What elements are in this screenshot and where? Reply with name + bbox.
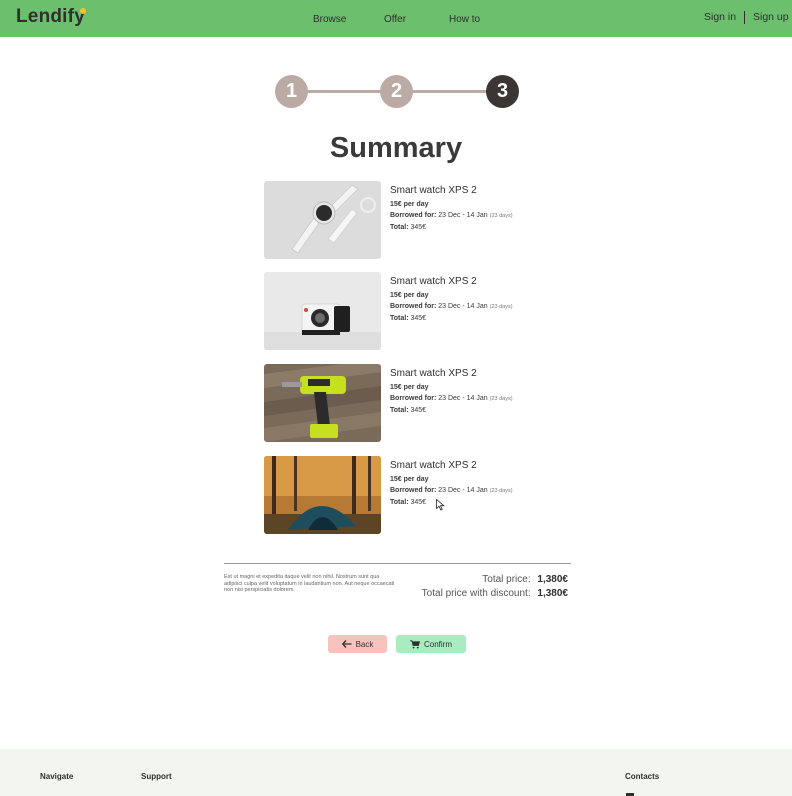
- back-button[interactable]: Back: [328, 635, 387, 653]
- nav-how-to-link[interactable]: How to: [449, 14, 480, 25]
- nav-browse-link[interactable]: Browse: [313, 14, 346, 25]
- borrowed-range: 23 Dec - 14 Jan: [438, 487, 488, 494]
- sign-in-link[interactable]: Sign in: [704, 11, 736, 23]
- summary-note: Est ut magni et expedita itaque velit no…: [224, 574, 395, 593]
- step-1[interactable]: 1: [275, 75, 308, 108]
- arrow-left-icon: [341, 640, 352, 648]
- discount-price-row: Total price with discount: 1,380€: [422, 588, 568, 599]
- total-label: Total:: [390, 407, 409, 414]
- summary-item: Smart watch XPS 2 15€ per day Borrowed f…: [264, 272, 564, 350]
- total-label: Total:: [390, 499, 409, 506]
- auth-divider: [744, 11, 745, 24]
- borrowed-days: (23 days): [489, 488, 513, 494]
- sign-up-link[interactable]: Sign up: [753, 11, 789, 23]
- power-drill-image: [264, 364, 381, 442]
- price-per-day: 15€ per day: [390, 292, 429, 299]
- footer-contacts-heading: Contacts: [625, 772, 660, 781]
- total-price-label: Total price:: [482, 574, 531, 585]
- borrowed-days: (23 days): [489, 396, 513, 402]
- summary-item: Smart watch XPS 2 15€ per day Borrowed f…: [264, 181, 564, 259]
- confirm-button-label: Confirm: [423, 639, 452, 649]
- total-label: Total:: [390, 224, 409, 231]
- footer-support-heading: Support: [141, 772, 172, 781]
- back-button-label: Back: [355, 639, 374, 649]
- summary-item: Smart watch XPS 2 15€ per day Borrowed f…: [264, 456, 564, 534]
- borrowed-label: Borrowed for:: [390, 303, 437, 310]
- price-per-day: 15€ per day: [390, 201, 429, 208]
- discount-price-value: 1,380€: [537, 588, 568, 599]
- price-per-day: 15€ per day: [390, 476, 429, 483]
- footer-navigate-heading: Navigate: [40, 772, 74, 781]
- discount-price-label: Total price with discount:: [421, 588, 531, 599]
- borrowed-range: 23 Dec - 14 Jan: [438, 395, 488, 402]
- item-total: 345€: [410, 315, 427, 322]
- borrowed-days: (23 days): [489, 213, 513, 219]
- item-total: 345€: [410, 407, 427, 414]
- item-name: Smart watch XPS 2: [390, 185, 477, 196]
- cart-icon: [409, 639, 420, 649]
- tent-image: [264, 456, 381, 534]
- total-price-value: 1,380€: [537, 574, 568, 585]
- total-label: Total:: [390, 315, 409, 322]
- item-total: 345€: [410, 499, 427, 506]
- logo[interactable]: Lendify: [16, 6, 85, 28]
- item-total: 345€: [410, 224, 427, 231]
- page-title: Summary: [329, 132, 463, 164]
- step-3-active[interactable]: 3: [486, 75, 519, 108]
- item-name: Smart watch XPS 2: [390, 460, 477, 471]
- borrowed-range: 23 Dec - 14 Jan: [438, 303, 488, 310]
- instant-camera-image: [264, 272, 381, 350]
- summary-divider: [224, 563, 571, 564]
- item-name: Smart watch XPS 2: [390, 276, 477, 287]
- total-price-row: Total price: 1,380€: [482, 574, 568, 585]
- borrowed-range: 23 Dec - 14 Jan: [438, 212, 488, 219]
- smart-watch-image: [264, 181, 381, 259]
- borrowed-label: Borrowed for:: [390, 487, 437, 494]
- footer: [0, 749, 792, 796]
- item-name: Smart watch XPS 2: [390, 368, 477, 379]
- borrowed-label: Borrowed for:: [390, 212, 437, 219]
- price-per-day: 15€ per day: [390, 384, 429, 391]
- borrowed-days: (23 days): [489, 304, 513, 310]
- nav-offer-link[interactable]: Offer: [384, 14, 406, 25]
- top-navbar: Lendify Browse Offer How to Sign in Sign…: [0, 0, 792, 37]
- stepper-connector-2: [410, 90, 490, 93]
- summary-item: Smart watch XPS 2 15€ per day Borrowed f…: [264, 364, 564, 442]
- confirm-button[interactable]: Confirm: [396, 635, 466, 653]
- logo-dot-icon: [80, 8, 86, 14]
- step-2[interactable]: 2: [380, 75, 413, 108]
- stepper-connector-1: [306, 90, 384, 93]
- mouse-cursor-icon: [436, 499, 445, 511]
- borrowed-label: Borrowed for:: [390, 395, 437, 402]
